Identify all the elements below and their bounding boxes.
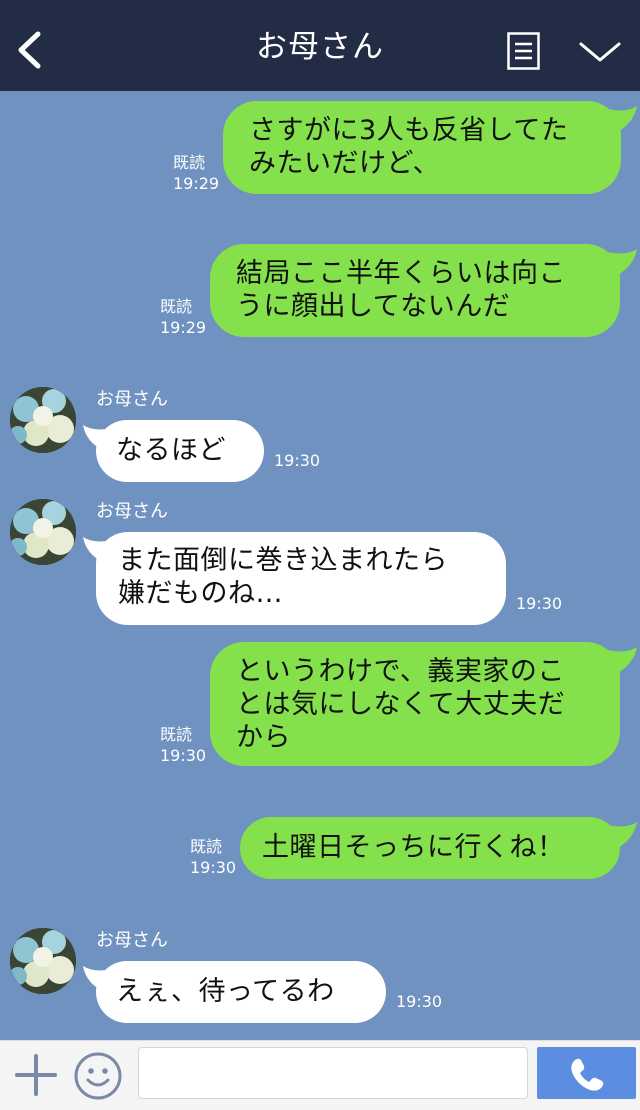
sender-name: お母さん [96, 501, 168, 522]
emoji-icon [74, 1052, 122, 1100]
message-line: というわけで、義実家のこ [236, 656, 565, 687]
message-line: から [236, 722, 291, 753]
message-line: さすがに3人も反省してた [249, 115, 569, 146]
plus-icon [15, 1054, 57, 1096]
bubble-tail [608, 822, 637, 849]
avatar[interactable] [10, 387, 76, 453]
message-line: 結局ここ半年くらいは向こ [236, 258, 566, 289]
sender-name: お母さん [96, 930, 168, 951]
chat-area[interactable]: 既読 19:29 さすがに3人も反省してた みたいだけど、 既読 19:29 結… [0, 91, 640, 1040]
message-line: なるほど [116, 435, 226, 466]
rose-bouquet-image [10, 499, 76, 565]
bubble-tail [608, 249, 637, 276]
phone-icon [571, 1058, 604, 1091]
message-time: 19:29 [160, 318, 207, 337]
message-composer [0, 1040, 640, 1110]
call-button[interactable] [537, 1047, 636, 1099]
menu-icon [507, 32, 540, 70]
chat-title: お母さん [256, 29, 384, 65]
my-message-bubble[interactable]: 土曜日そっちに行くね！ [240, 817, 620, 879]
add-attachment-button[interactable] [14, 1053, 58, 1097]
message-line: 土曜日そっちに行くね！ [262, 832, 565, 863]
message-meta: 既読 19:30 [160, 724, 206, 766]
their-message-bubble[interactable]: また面倒に巻き込まれたら 嫌だものね… [96, 532, 506, 625]
message-meta: 既読 19:30 [190, 836, 236, 878]
message-time: 19:29 [173, 174, 220, 193]
sender-name: お母さん [96, 389, 168, 410]
message-meta: 既読 19:29 [160, 296, 206, 338]
message-time: 19:30 [160, 746, 207, 765]
chevron-down-icon [579, 42, 621, 62]
message-line: とは気にしなくて大丈夫だ [236, 689, 566, 720]
chat-header: お母さん [0, 0, 640, 91]
message-meta: 既読 19:29 [173, 152, 219, 194]
read-receipt: 既読 [190, 837, 223, 856]
message-time: 19:30 [274, 451, 321, 470]
rose-bouquet-image [10, 928, 76, 994]
bubble-tail [608, 106, 637, 133]
read-receipt: 既読 [173, 153, 206, 172]
emoji-button[interactable] [73, 1051, 123, 1101]
their-message-bubble[interactable]: えぇ、待ってるわ [96, 961, 386, 1023]
message-line: うに顔出してないんだ [236, 291, 511, 322]
avatar[interactable] [10, 928, 76, 994]
menu-button[interactable] [507, 32, 540, 70]
message-line: 嫌だものね… [118, 578, 283, 609]
collapse-button[interactable] [578, 36, 622, 66]
message-time: 19:30 [396, 992, 443, 1011]
message-time: 19:30 [516, 594, 563, 613]
avatar[interactable] [10, 499, 76, 565]
message-line: また面倒に巻き込まれたら [118, 545, 448, 576]
my-message-bubble[interactable]: 結局ここ半年くらいは向こ うに顔出してないんだ [210, 244, 620, 337]
my-message-bubble[interactable]: さすがに3人も反省してた みたいだけど、 [223, 101, 621, 194]
message-line: えぇ、待ってるわ [116, 976, 335, 1007]
rose-bouquet-image [10, 387, 76, 453]
bubble-tail [608, 647, 637, 674]
their-message-bubble[interactable]: なるほど [96, 420, 264, 482]
read-receipt: 既読 [160, 297, 193, 316]
message-time: 19:30 [190, 858, 237, 877]
my-message-bubble[interactable]: というわけで、義実家のこ とは気にしなくて大丈夫だ から [210, 642, 620, 766]
message-line: みたいだけど、 [249, 148, 441, 179]
read-receipt: 既読 [160, 725, 193, 744]
message-input[interactable] [138, 1047, 528, 1099]
